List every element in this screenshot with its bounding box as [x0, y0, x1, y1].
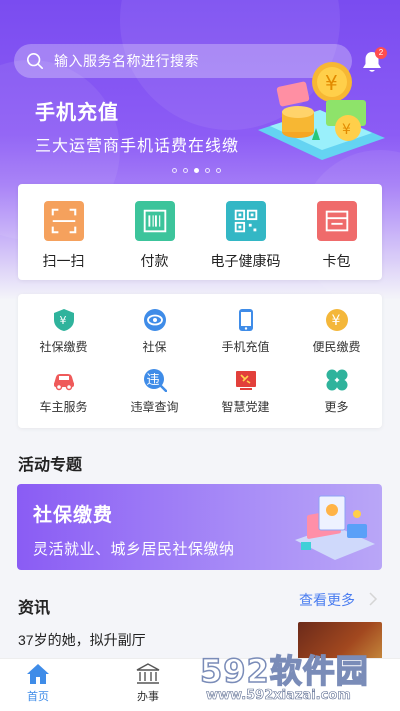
quick-action-label: 付款 [140, 253, 169, 269]
activity-section-title: 活动专题 [18, 457, 83, 474]
svg-text:¥: ¥ [59, 314, 66, 327]
service-item-7[interactable]: 更多 [291, 368, 382, 426]
svg-text:¥: ¥ [325, 71, 338, 95]
quick-actions-card: 扫一扫 付款 电子健康码 卡包 [18, 184, 382, 280]
service-label: 违章查询 [130, 400, 179, 414]
svg-text:¥: ¥ [342, 122, 351, 138]
clover-more-icon [326, 369, 347, 391]
car-icon [53, 374, 74, 391]
wallet-icon [316, 201, 357, 241]
social-security-promo-card[interactable]: 社保缴费 灵活就业、城乡居民社保缴纳 [17, 484, 382, 570]
service-item-1[interactable]: 社保 [109, 308, 200, 366]
carousel-dot[interactable] [216, 168, 221, 173]
view-more-link[interactable]: 查看更多 [299, 590, 355, 610]
phone-icon [238, 309, 253, 331]
watermark-logo: 592软件园 [199, 651, 369, 691]
notification-badge: 2 [375, 47, 387, 59]
service-item-2[interactable]: 手机充值 [200, 308, 291, 366]
service-label: 社保缴费 [39, 340, 88, 354]
tab-home-label: 首页 [27, 691, 49, 703]
service-item-5[interactable]: 违违章查询 [109, 368, 200, 426]
quick-action-label: 扫一扫 [42, 253, 85, 269]
news-item-title[interactable]: 37岁的她，拟升副厅 [18, 630, 146, 650]
quick-action-label: 电子健康码 [210, 253, 281, 269]
service-label: 更多 [324, 400, 349, 414]
service-item-3[interactable]: ¥ 便民缴费 [291, 308, 382, 366]
service-label: 手机充值 [221, 340, 270, 354]
carousel-dot[interactable] [194, 168, 199, 173]
quick-action-1[interactable]: 付款 [109, 184, 200, 280]
yen-circle-icon: ¥ [325, 309, 348, 331]
tab-home[interactable]: 首页 [8, 663, 68, 704]
qrcode-icon [225, 201, 266, 241]
service-label: 车主服务 [39, 400, 88, 414]
search-input[interactable]: 输入服务名称进行搜索 [54, 51, 199, 71]
scan-icon [43, 201, 84, 241]
party-flag-icon [235, 371, 256, 390]
carousel-dot[interactable] [205, 168, 210, 173]
quick-action-0[interactable]: 扫一扫 [18, 184, 109, 280]
service-label: 智慧党建 [221, 400, 270, 414]
search-icon [26, 52, 44, 70]
carousel-dot[interactable] [172, 168, 177, 173]
eye-badge-icon [143, 309, 166, 331]
services-grid: ¥ 社保缴费 社保 手机充值 ¥ 便民缴费 车主服务违违章查询 智慧党建 更多 [18, 294, 382, 428]
promo-subtitle: 灵活就业、城乡居民社保缴纳 [33, 541, 235, 558]
service-item-4[interactable]: 车主服务 [18, 368, 109, 426]
service-item-6[interactable]: 智慧党建 [200, 368, 291, 426]
quick-action-2[interactable]: 电子健康码 [200, 184, 291, 280]
carousel-dot[interactable] [183, 168, 188, 173]
watermark: 592软件园 www.592xiazai.com [199, 640, 400, 711]
news-section-title: 资讯 [18, 600, 51, 617]
promo-illustration [295, 495, 375, 560]
coins-phone-illustration: ¥ ¥ [258, 62, 385, 160]
government-building-icon [136, 663, 160, 684]
chevron-right-icon[interactable] [368, 591, 378, 607]
banner-subtitle: 三大运营商手机话费在线缴 [35, 138, 240, 155]
svg-text:违: 违 [146, 373, 159, 388]
banner-title[interactable]: 手机充值 [35, 96, 119, 125]
violation-search-icon: 违 [143, 369, 167, 392]
promo-title: 社保缴费 [33, 505, 114, 526]
service-label: 社保 [142, 340, 167, 354]
home-icon [27, 664, 49, 684]
barcode-icon [134, 201, 175, 241]
service-item-0[interactable]: ¥ 社保缴费 [18, 308, 109, 366]
quick-action-label: 卡包 [322, 253, 351, 269]
shield-yen-icon: ¥ [53, 309, 74, 331]
tab-services-label: 办事 [137, 691, 159, 703]
watermark-url: www.592xiazai.com [206, 688, 351, 704]
tab-services[interactable]: 办事 [118, 663, 178, 704]
svg-text:¥: ¥ [331, 313, 340, 329]
service-label: 便民缴费 [312, 340, 361, 354]
carousel-indicator[interactable] [172, 168, 221, 173]
quick-action-3[interactable]: 卡包 [291, 184, 382, 280]
